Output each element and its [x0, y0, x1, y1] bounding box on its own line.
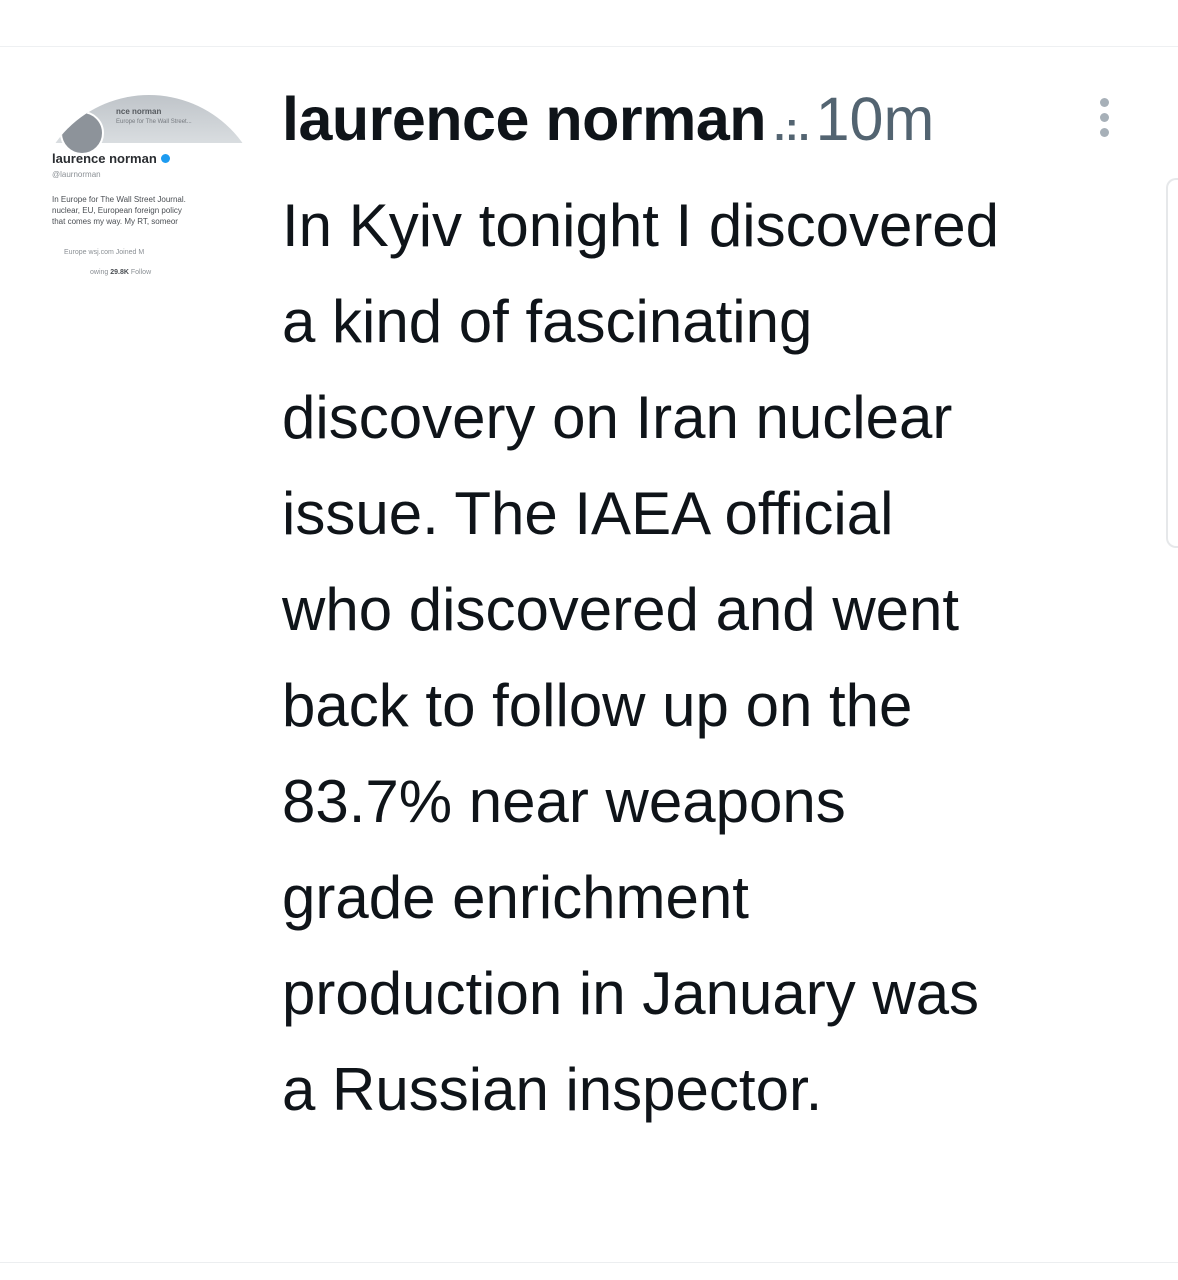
tweet-text-line: discovery on Iran nuclear	[282, 384, 953, 451]
avatar-profile-name-text: laurence norman	[52, 151, 157, 166]
scrollbar[interactable]	[1166, 178, 1178, 548]
tweet-text-line: who discovered and went	[282, 576, 960, 643]
more-options-icon[interactable]	[1096, 98, 1112, 142]
tweet-text-line: production in January was	[282, 960, 980, 1027]
avatar-bio-line: nuclear, EU, European foreign policy	[52, 206, 182, 215]
avatar-banner-name: nce norman	[116, 107, 162, 116]
avatar-handle: @laurnorman	[52, 170, 101, 179]
tweet-text-line: back to follow up on the	[282, 672, 913, 739]
avatar-bio-line: that comes my way. My RT, someor	[52, 217, 178, 226]
avatar-banner-subtitle: Europe for The Wall Street...	[116, 119, 192, 125]
avatar-profile-picture	[60, 111, 104, 155]
following-label: owing	[90, 269, 109, 276]
top-divider	[0, 46, 1178, 47]
avatar-profile-name: laurence norman	[52, 151, 170, 166]
bottom-divider	[0, 1262, 1178, 1263]
tweet-header: laurence norman .:.10m	[282, 84, 934, 164]
tweet-text-line: 83.7% near weapons	[282, 768, 846, 835]
tweet-screenshot: nce norman Europe for The Wall Street...…	[0, 0, 1178, 1280]
avatar-follow-stats: owing 29.8K Follow	[90, 269, 151, 276]
timestamp[interactable]: 10m	[816, 85, 935, 153]
avatar-bio-line: In Europe for The Wall Street Journal.	[52, 195, 186, 204]
followers-count: 29.8K	[110, 269, 129, 276]
verified-badge-icon	[160, 154, 170, 163]
tweet-text-line: issue. The IAEA official	[282, 480, 894, 547]
tweet-text-line: a kind of fascinating	[282, 288, 813, 355]
tweet-text: In Kyiv tonight I discovered a kind of f…	[282, 178, 1152, 1138]
separator: .:.	[774, 105, 810, 149]
display-name[interactable]: laurence norman	[282, 85, 767, 153]
followers-label: Follow	[130, 269, 152, 276]
avatar-meta: Europe wsj.com Joined M	[64, 249, 145, 256]
avatar[interactable]: nce norman Europe for The Wall Street...…	[34, 95, 264, 325]
tweet-text-line: a Russian inspector.	[282, 1056, 823, 1123]
tweet-text-line: grade enrichment	[282, 864, 749, 931]
avatar-bio: In Europe for The Wall Street Journal. n…	[52, 194, 252, 227]
tweet-text-line: In Kyiv tonight I discovered	[282, 192, 1000, 259]
